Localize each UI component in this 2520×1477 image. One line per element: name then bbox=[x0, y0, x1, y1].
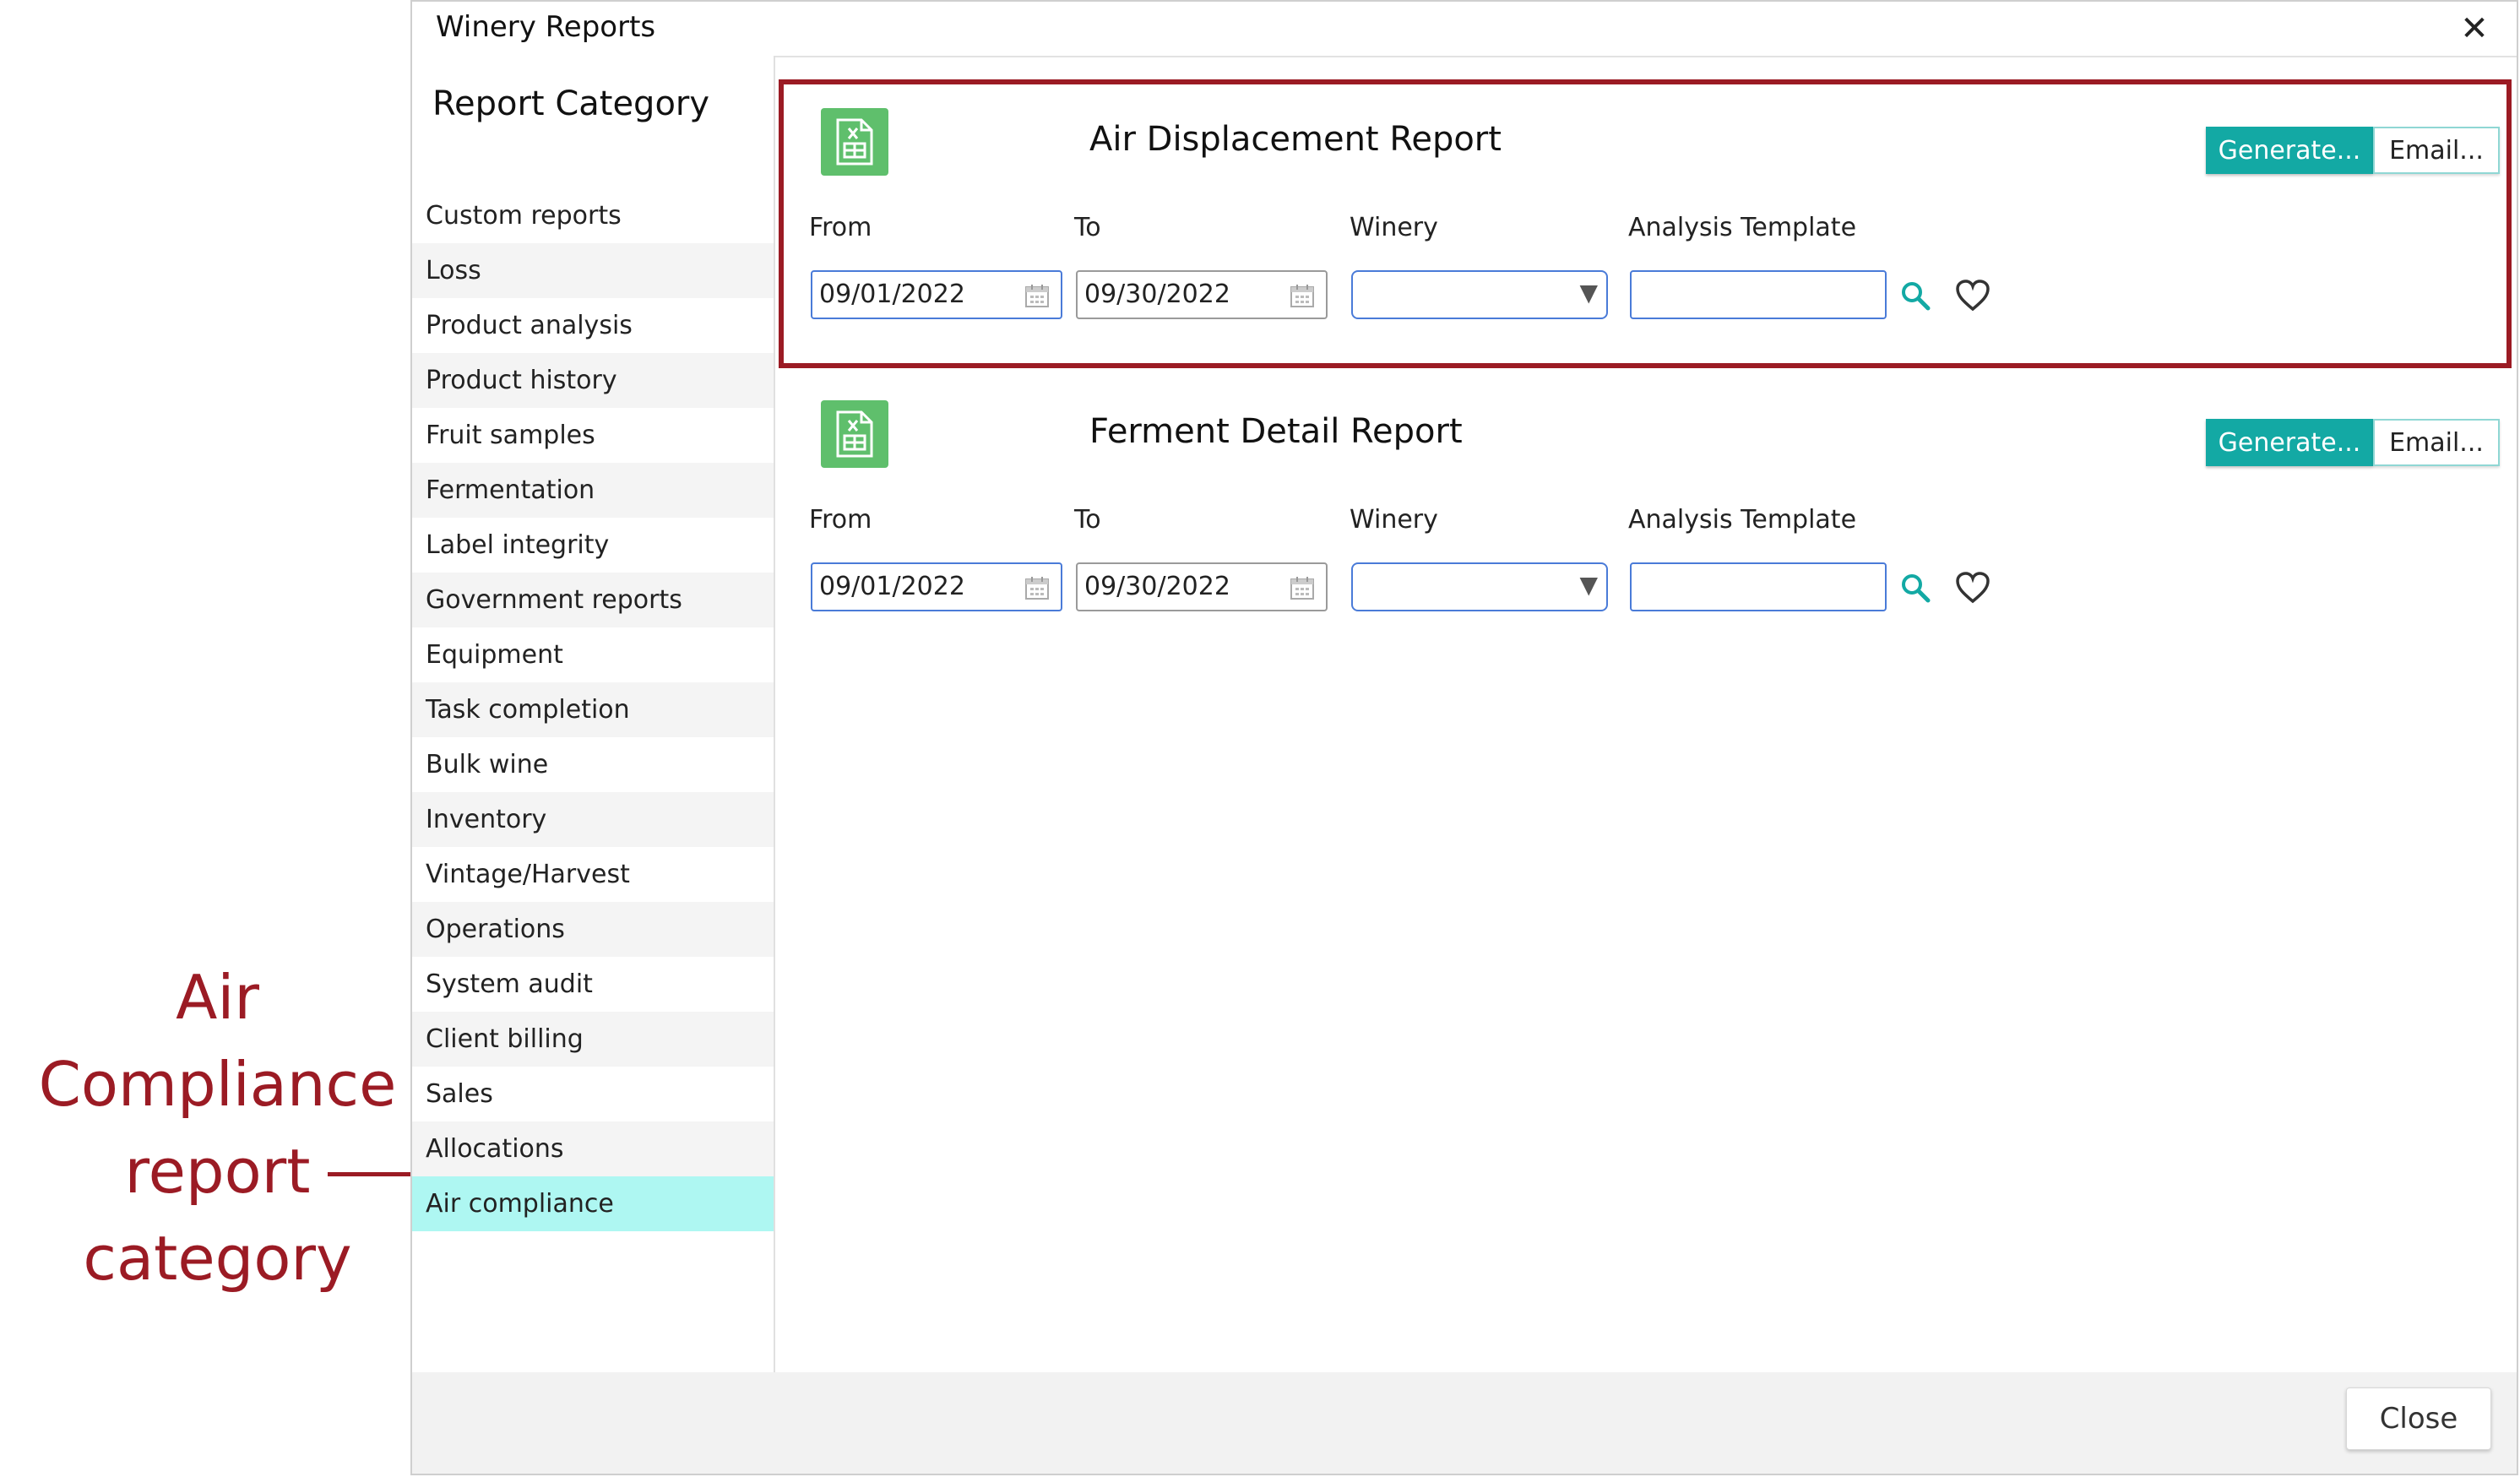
sidebar-item-bulk-wine[interactable]: Bulk wine bbox=[412, 737, 774, 792]
search-icon[interactable] bbox=[1898, 279, 1932, 312]
annotation-callout: Air Compliance report category bbox=[0, 954, 435, 1302]
report-card-air-displacement: Air Displacement Report Generate... Emai… bbox=[775, 76, 2517, 363]
excel-file-icon[interactable] bbox=[821, 400, 888, 468]
sidebar-item-fermentation[interactable]: Fermentation bbox=[412, 463, 774, 518]
sidebar-item-label-integrity[interactable]: Label integrity bbox=[412, 518, 774, 573]
sidebar-item-vintage-harvest[interactable]: Vintage/Harvest bbox=[412, 847, 774, 902]
calendar-icon[interactable] bbox=[1289, 574, 1316, 601]
excel-file-icon[interactable] bbox=[821, 108, 888, 176]
triangle-down-icon: ▼ bbox=[1579, 279, 1598, 307]
sidebar-item-product-history[interactable]: Product history bbox=[412, 353, 774, 408]
sidebar-item-product-analysis[interactable]: Product analysis bbox=[412, 298, 774, 353]
sidebar-item-custom-reports[interactable]: Custom reports bbox=[412, 188, 774, 243]
sidebar-item-loss[interactable]: Loss bbox=[412, 243, 774, 298]
sidebar-item-air-compliance[interactable]: Air compliance bbox=[412, 1176, 774, 1231]
category-list: Custom reports Loss Product analysis Produc… bbox=[412, 188, 774, 1231]
sidebar-item-equipment[interactable]: Equipment bbox=[412, 627, 774, 682]
sidebar-item-government-reports[interactable]: Government reports bbox=[412, 573, 774, 627]
annotation-line-4: category bbox=[83, 1223, 352, 1294]
from-date-value: 09/01/2022 bbox=[819, 572, 965, 601]
to-date-input[interactable]: 09/30/2022 bbox=[1076, 270, 1328, 319]
search-icon[interactable] bbox=[1898, 571, 1932, 605]
sidebar-item-operations[interactable]: Operations bbox=[412, 902, 774, 957]
from-date-value: 09/01/2022 bbox=[819, 280, 965, 309]
report-title: Air Displacement Report bbox=[1089, 120, 1502, 159]
analysis-template-input[interactable] bbox=[1630, 562, 1887, 611]
analysis-template-input[interactable] bbox=[1630, 270, 1887, 319]
generate-button[interactable]: Generate... bbox=[2206, 419, 2373, 466]
report-list: Air Displacement Report Generate... Emai… bbox=[775, 56, 2517, 1372]
dialog-titlebar: Winery Reports ✕ bbox=[412, 2, 2517, 57]
sidebar-item-task-completion[interactable]: Task completion bbox=[412, 682, 774, 737]
winery-label: Winery bbox=[1350, 505, 1438, 535]
sidebar-item-inventory[interactable]: Inventory bbox=[412, 792, 774, 847]
sidebar-item-fruit-samples[interactable]: Fruit samples bbox=[412, 408, 774, 463]
triangle-down-icon: ▼ bbox=[1579, 571, 1598, 599]
heart-icon[interactable] bbox=[1954, 279, 1991, 312]
from-label: From bbox=[809, 505, 872, 535]
sidebar-item-sales[interactable]: Sales bbox=[412, 1067, 774, 1121]
report-card-ferment-detail: Ferment Detail Report Generate... Email.… bbox=[775, 368, 2517, 655]
winery-select[interactable]: ▼ bbox=[1351, 562, 1608, 611]
email-button[interactable]: Email... bbox=[2373, 419, 2500, 466]
annotation-line-2: Compliance bbox=[38, 1049, 397, 1120]
analysis-template-label: Analysis Template bbox=[1628, 213, 1857, 242]
from-label: From bbox=[809, 213, 872, 242]
generate-button[interactable]: Generate... bbox=[2206, 127, 2373, 174]
sidebar-item-allocations[interactable]: Allocations bbox=[412, 1121, 774, 1176]
sidebar-heading: Report Category bbox=[432, 84, 710, 123]
winery-select[interactable]: ▼ bbox=[1351, 270, 1608, 319]
analysis-template-label: Analysis Template bbox=[1628, 505, 1857, 535]
dialog-footer: Close bbox=[412, 1372, 2517, 1474]
close-icon[interactable]: ✕ bbox=[2456, 10, 2493, 47]
heart-icon[interactable] bbox=[1954, 571, 1991, 605]
dialog-title: Winery Reports bbox=[436, 10, 656, 44]
from-date-input[interactable]: 09/01/2022 bbox=[811, 562, 1062, 611]
report-category-sidebar: Report Category Custom reports Loss Produc… bbox=[412, 56, 775, 1372]
close-button[interactable]: Close bbox=[2346, 1387, 2491, 1450]
calendar-icon[interactable] bbox=[1024, 574, 1051, 601]
from-date-input[interactable]: 09/01/2022 bbox=[811, 270, 1062, 319]
calendar-icon[interactable] bbox=[1289, 282, 1316, 309]
to-label: To bbox=[1074, 505, 1101, 535]
to-date-input[interactable]: 09/30/2022 bbox=[1076, 562, 1328, 611]
winery-label: Winery bbox=[1350, 213, 1438, 242]
winery-reports-dialog: Winery Reports ✕ Report Category Custom … bbox=[410, 0, 2518, 1475]
to-date-value: 09/30/2022 bbox=[1084, 572, 1230, 601]
to-date-value: 09/30/2022 bbox=[1084, 280, 1230, 309]
annotation-pointer-line bbox=[328, 1172, 415, 1176]
annotation-line-1: Air bbox=[176, 962, 259, 1033]
sidebar-item-client-billing[interactable]: Client billing bbox=[412, 1012, 774, 1067]
to-label: To bbox=[1074, 213, 1101, 242]
report-title: Ferment Detail Report bbox=[1089, 412, 1463, 451]
calendar-icon[interactable] bbox=[1024, 282, 1051, 309]
email-button[interactable]: Email... bbox=[2373, 127, 2500, 174]
sidebar-item-system-audit[interactable]: System audit bbox=[412, 957, 774, 1012]
